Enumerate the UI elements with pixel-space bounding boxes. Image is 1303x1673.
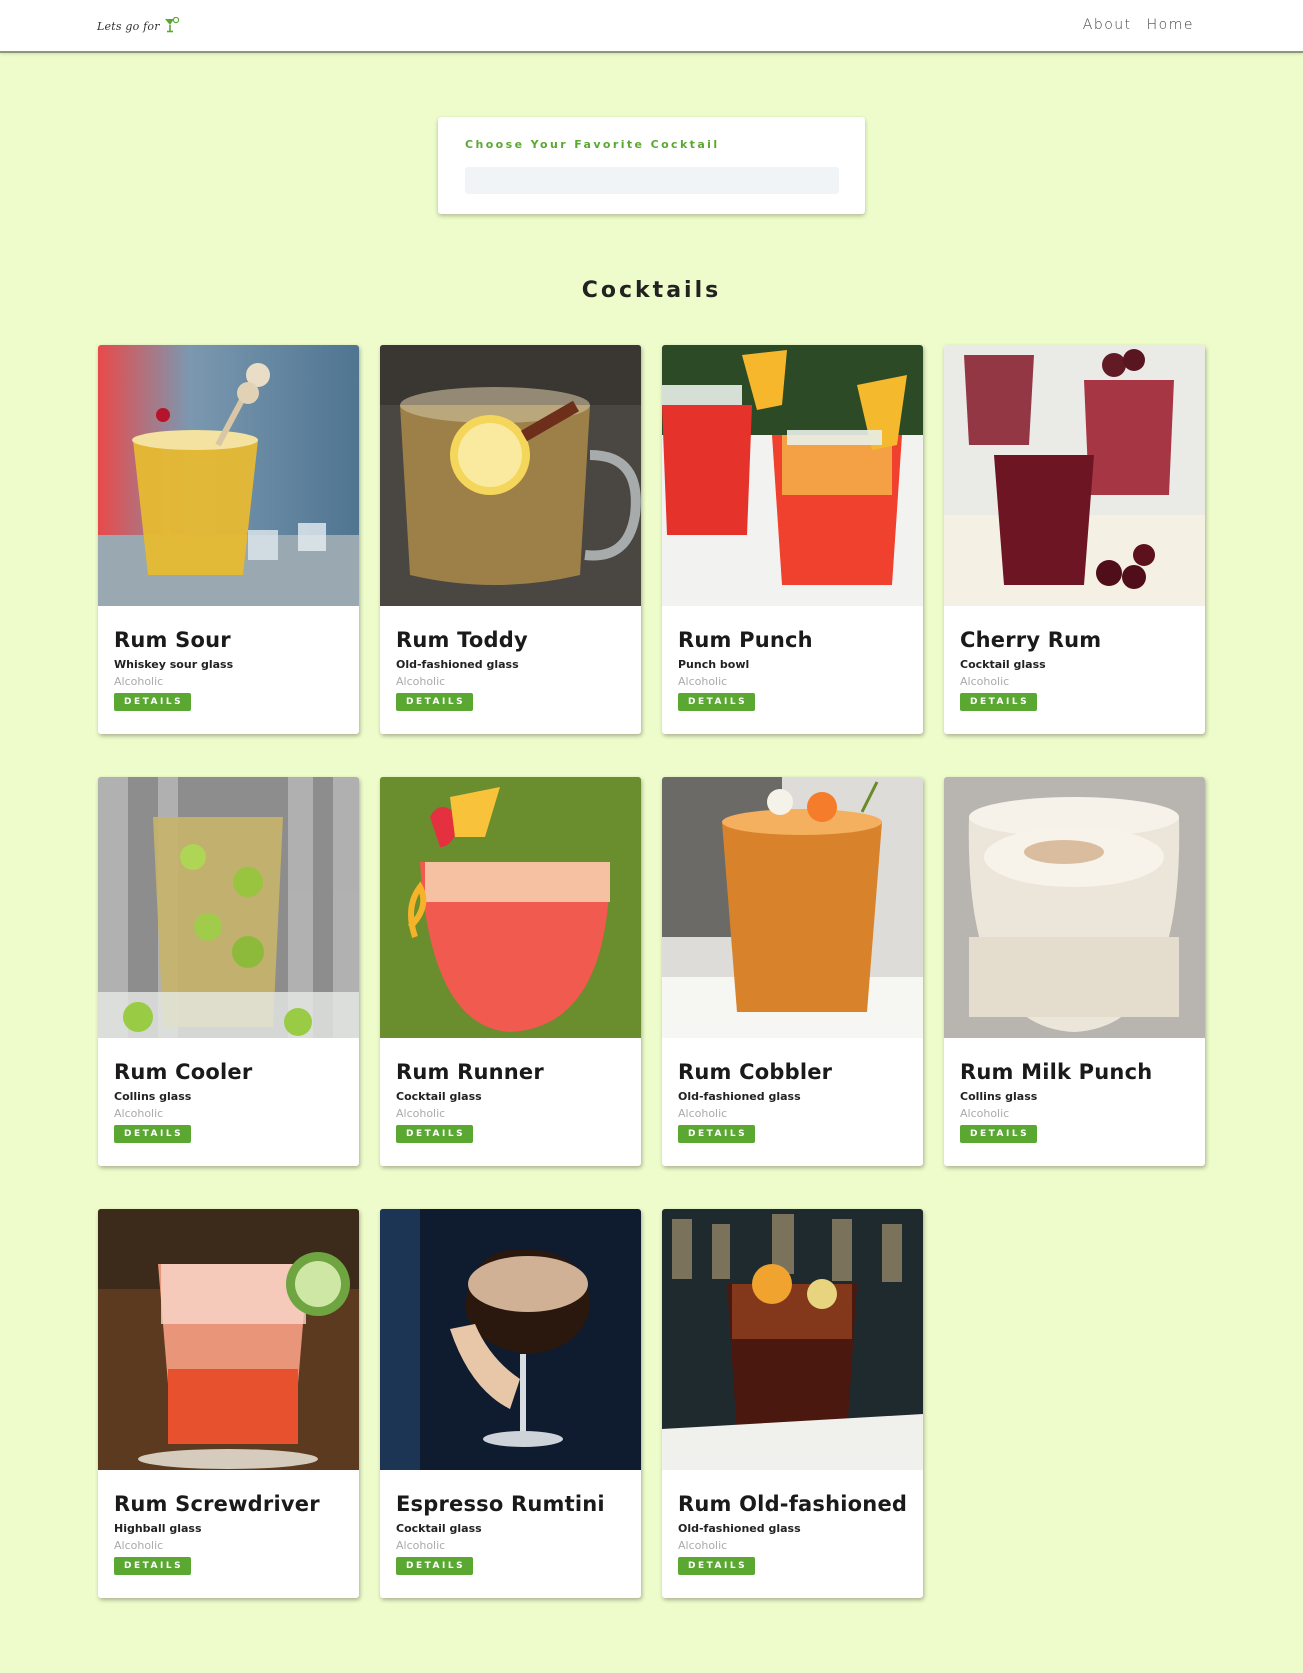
card-body: Rum Screwdriver Highball glass Alcoholic DE…	[114, 1492, 349, 1575]
cocktail-glass: Collins glass	[960, 1090, 1038, 1103]
cocktail-category: Alcoholic	[396, 1539, 446, 1552]
card-body: Rum Old-fashioned Old-fashioned glass Alco…	[678, 1492, 913, 1575]
cocktail-name: Rum Screwdriver	[114, 1492, 320, 1516]
card-body: Rum Punch Punch bowl Alcoholic DETAILS	[678, 628, 913, 711]
cocktail-glass: Cocktail glass	[396, 1522, 482, 1535]
cocktail-name: Espresso Rumtini	[396, 1492, 605, 1516]
cocktail-card: Rum Runner Cocktail glass Alcoholic DETAILS	[380, 777, 641, 1166]
cocktail-name: Rum Cobbler	[678, 1060, 833, 1084]
card-body: Cherry Rum Cocktail glass Alcoholic DETAILS	[960, 628, 1195, 711]
nav-link-about[interactable]: About	[1083, 17, 1132, 33]
card-body: Rum Sour Whiskey sour glass Alcoholic DETAI…	[114, 628, 349, 711]
cocktail-card: Rum Milk Punch Collins glass Alcoholic DETA…	[944, 777, 1205, 1166]
search-label: Choose Your Favorite Cocktail	[465, 138, 720, 151]
cocktail-glass: Whiskey sour glass	[114, 658, 234, 671]
cocktail-glass: Highball glass	[114, 1522, 202, 1535]
details-button[interactable]: DETAILS	[114, 1125, 192, 1143]
cocktail-name: Rum Toddy	[396, 628, 528, 652]
cocktail-image	[98, 345, 359, 606]
details-button[interactable]: DETAILS	[396, 693, 474, 711]
cocktail-card: Rum Old-fashioned Old-fashioned glass Alco…	[662, 1209, 923, 1598]
cocktail-name: Rum Punch	[678, 628, 813, 652]
card-body: Rum Runner Cocktail glass Alcoholic DETAILS	[396, 1060, 631, 1143]
details-button[interactable]: DETAILS	[678, 1125, 756, 1143]
cocktail-category: Alcoholic	[114, 675, 164, 688]
cocktail-card: Rum Screwdriver Highball glass Alcoholic DE…	[98, 1209, 359, 1598]
cocktail-name: Rum Cooler	[114, 1060, 253, 1084]
cocktail-glass: Old-fashioned glass	[678, 1090, 801, 1103]
search-input[interactable]	[465, 167, 839, 194]
cocktail-category: Alcoholic	[396, 1107, 446, 1120]
cocktail-image	[662, 1209, 923, 1470]
cocktail-image	[98, 1209, 359, 1470]
logo[interactable]: Lets go for	[97, 17, 180, 33]
nav-links: About Home	[1083, 17, 1194, 33]
card-body: Rum Milk Punch Collins glass Alcoholic DETA…	[960, 1060, 1195, 1143]
card-body: Rum Cooler Collins glass Alcoholic DETAILS	[114, 1060, 349, 1143]
cocktail-glass: Collins glass	[114, 1090, 192, 1103]
cocktail-category: Alcoholic	[114, 1539, 164, 1552]
cocktail-image	[662, 345, 923, 606]
details-button[interactable]: DETAILS	[396, 1557, 474, 1575]
cocktail-image	[380, 1209, 641, 1470]
cocktail-card: Rum Cobbler Old-fashioned glass Alcoholic D…	[662, 777, 923, 1166]
cocktail-image	[98, 777, 359, 1038]
nav-link-home[interactable]: Home	[1147, 17, 1194, 33]
cocktail-image	[944, 345, 1205, 606]
cocktail-name: Rum Milk Punch	[960, 1060, 1153, 1084]
cocktail-card: Rum Sour Whiskey sour glass Alcoholic DETAI…	[98, 345, 359, 734]
cocktail-card: Cherry Rum Cocktail glass Alcoholic DETAILS	[944, 345, 1205, 734]
cocktail-glass: Cocktail glass	[960, 658, 1046, 671]
details-button[interactable]: DETAILS	[960, 1125, 1038, 1143]
cocktail-card: Rum Punch Punch bowl Alcoholic DETAILS	[662, 345, 923, 734]
card-body: Espresso Rumtini Cocktail glass Alcoholic D…	[396, 1492, 631, 1575]
search-card: Choose Your Favorite Cocktail	[438, 117, 865, 214]
cocktail-card: Rum Toddy Old-fashioned glass Alcoholic DET…	[380, 345, 641, 734]
cocktail-category: Alcoholic	[960, 675, 1010, 688]
cocktail-name: Rum Runner	[396, 1060, 544, 1084]
cocktail-name: Cherry Rum	[960, 628, 1102, 652]
cocktail-category: Alcoholic	[678, 675, 728, 688]
cocktail-image	[380, 777, 641, 1038]
cocktail-card: Espresso Rumtini Cocktail glass Alcoholic D…	[380, 1209, 641, 1598]
cocktail-image	[662, 777, 923, 1038]
logo-text: Lets go for	[97, 20, 160, 33]
cocktail-image	[380, 345, 641, 606]
cocktail-grid: Rum Sour Whiskey sour glass Alcoholic DETAI…	[98, 345, 1206, 1598]
details-button[interactable]: DETAILS	[114, 1557, 192, 1575]
cocktail-glass: Old-fashioned glass	[396, 658, 519, 671]
card-body: Rum Toddy Old-fashioned glass Alcoholic DET…	[396, 628, 631, 711]
cocktail-glass: Old-fashioned glass	[678, 1522, 801, 1535]
details-button[interactable]: DETAILS	[678, 1557, 756, 1575]
cocktail-glass: Punch bowl	[678, 658, 750, 671]
cocktail-image	[944, 777, 1205, 1038]
cocktail-category: Alcoholic	[960, 1107, 1010, 1120]
cocktail-category: Alcoholic	[678, 1107, 728, 1120]
cocktail-category: Alcoholic	[678, 1539, 728, 1552]
navbar: Lets go for About Home	[0, 0, 1303, 53]
cocktail-card: Rum Cooler Collins glass Alcoholic DETAILS	[98, 777, 359, 1166]
section-title: Cocktails	[581, 278, 722, 303]
cocktail-category: Alcoholic	[114, 1107, 164, 1120]
cocktail-name: Rum Sour	[114, 628, 231, 652]
cocktail-glass-icon	[164, 17, 179, 33]
cocktail-glass: Cocktail glass	[396, 1090, 482, 1103]
details-button[interactable]: DETAILS	[960, 693, 1038, 711]
cocktail-category: Alcoholic	[396, 675, 446, 688]
card-body: Rum Cobbler Old-fashioned glass Alcoholic D…	[678, 1060, 913, 1143]
details-button[interactable]: DETAILS	[114, 693, 192, 711]
details-button[interactable]: DETAILS	[396, 1125, 474, 1143]
cocktail-name: Rum Old-fashioned	[678, 1492, 908, 1516]
details-button[interactable]: DETAILS	[678, 693, 756, 711]
